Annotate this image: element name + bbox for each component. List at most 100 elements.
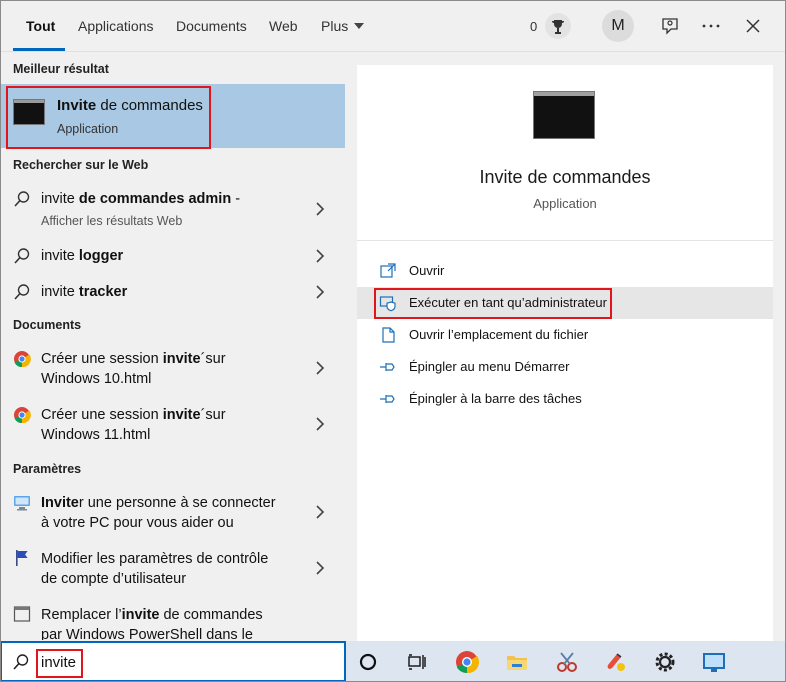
search-bar	[0, 641, 346, 682]
chevron-right-icon[interactable]	[314, 202, 326, 216]
document-text-bold: invite	[162, 407, 201, 423]
action-open-file-location-label: Ouvrir l’emplacement du fichier	[409, 327, 589, 342]
search-icon	[14, 248, 30, 264]
action-run-as-admin-label: Exécuter en tant qu’administrateur	[409, 295, 607, 310]
settings-gear-icon[interactable]	[652, 649, 678, 675]
tab-documents[interactable]: Documents	[176, 18, 247, 34]
best-result-item[interactable]	[0, 84, 345, 148]
top-navigation: Tout Applications Documents Web Plus 0 M	[0, 0, 786, 52]
best-result-title: Invite de commandes	[57, 97, 203, 114]
web-result-subtitle: Afficher les résultats Web	[41, 214, 183, 228]
search-icon	[14, 284, 30, 300]
settings-result-line1: Modifier les paramètres de contrôle	[41, 551, 269, 567]
trophy-icon[interactable]	[545, 13, 571, 39]
chrome-icon	[14, 407, 31, 424]
detail-title: Invite de commandes	[479, 167, 651, 187]
action-open-label: Ouvrir	[409, 263, 445, 278]
action-run-as-admin[interactable]: Exécuter en tant qu’administrateur	[357, 287, 773, 319]
web-result-text-bold: tracker	[78, 284, 128, 300]
monitor-app-icon[interactable]	[701, 649, 727, 675]
chrome-icon[interactable]	[454, 649, 480, 675]
detail-panel: Invite de commandes Application Ouvrir E…	[357, 65, 773, 641]
action-pin-taskbar[interactable]: Épingler à la barre des tâches	[357, 383, 773, 415]
search-input[interactable]	[41, 650, 331, 674]
tab-web[interactable]: Web	[269, 18, 298, 34]
shield-icon	[379, 296, 396, 312]
file-explorer-icon[interactable]	[504, 649, 530, 675]
document-text: Créer une session	[41, 351, 163, 367]
remote-assistance-icon	[14, 496, 30, 511]
best-result-title-rest: de commandes	[96, 97, 203, 114]
chevron-right-icon[interactable]	[314, 505, 326, 519]
best-result-subtitle: Application	[57, 122, 119, 136]
task-view-icon[interactable]	[404, 649, 430, 675]
web-result-text: invite	[41, 191, 79, 207]
uac-flag-icon	[16, 550, 28, 566]
document-result-line2: Windows 11.html	[41, 427, 151, 443]
web-result-text-bold: de commandes admin	[78, 191, 232, 207]
tab-more-label: Plus	[321, 18, 349, 34]
document-text-suffix: ´sur	[200, 351, 226, 367]
settings-result-line2: de compte d’utilisateur	[41, 571, 187, 587]
section-heading-settings: Paramètres	[13, 462, 82, 476]
file-location-icon	[382, 327, 395, 343]
close-icon[interactable]	[742, 15, 764, 37]
search-icon	[13, 654, 29, 670]
document-result-line1: Créer une session invite´sur	[41, 405, 226, 425]
action-pin-taskbar-label: Épingler à la barre des tâches	[409, 391, 582, 406]
tab-applications[interactable]: Applications	[78, 18, 154, 34]
section-heading-best: Meilleur résultat	[13, 62, 109, 76]
section-heading-documents: Documents	[13, 318, 82, 332]
search-icon	[14, 191, 30, 207]
settings-result-line2: à votre PC pour vous aider ou	[41, 515, 234, 531]
taskbar	[346, 641, 786, 682]
action-open[interactable]: Ouvrir	[357, 255, 773, 287]
detail-subtitle: Application	[533, 196, 597, 211]
settings-text-bold: Invite	[41, 495, 79, 511]
divider	[357, 240, 773, 241]
settings-window-icon	[13, 606, 31, 622]
settings-result-line2: par Windows PowerShell dans le	[41, 627, 253, 640]
web-result-label: invite tracker	[41, 282, 127, 302]
active-tab-indicator	[13, 48, 65, 51]
rewards-points: 0	[530, 19, 538, 34]
snipping-tool-icon[interactable]	[554, 649, 580, 675]
pin-icon	[380, 363, 395, 371]
chevron-right-icon[interactable]	[314, 285, 326, 299]
web-result-text: invite	[41, 284, 79, 300]
open-icon	[380, 263, 396, 278]
chevron-down-icon	[354, 23, 365, 29]
results-list: Meilleur résultat Invite de commandes Ap…	[0, 52, 346, 640]
chevron-right-icon[interactable]	[314, 561, 326, 575]
web-result-label: invite de commandes admin -	[41, 189, 240, 209]
chrome-icon	[14, 351, 31, 368]
action-pin-start[interactable]: Épingler au menu Démarrer	[357, 351, 773, 383]
best-result-title-bold: Invite	[57, 97, 97, 114]
web-result-label: invite logger	[41, 246, 123, 266]
web-result-text: invite	[41, 248, 79, 264]
settings-result-line1: Remplacer l’invite de commandes	[41, 605, 263, 625]
paint-icon[interactable]	[603, 649, 629, 675]
action-open-file-location[interactable]: Ouvrir l’emplacement du fichier	[357, 319, 773, 351]
tab-more[interactable]: Plus	[321, 18, 365, 34]
document-text-suffix: ´sur	[200, 407, 226, 423]
command-prompt-large-icon	[533, 91, 595, 139]
avatar[interactable]: M	[602, 10, 634, 42]
settings-text: Remplacer l’	[41, 607, 122, 623]
chevron-right-icon[interactable]	[314, 249, 326, 263]
cortana-icon[interactable]	[355, 649, 381, 675]
chevron-right-icon[interactable]	[314, 361, 326, 375]
command-prompt-app-icon	[13, 99, 45, 125]
settings-text-bold: invite	[121, 607, 160, 623]
chevron-right-icon[interactable]	[314, 417, 326, 431]
web-result-text-bold: logger	[78, 248, 124, 264]
action-pin-start-label: Épingler au menu Démarrer	[409, 359, 570, 374]
tab-all[interactable]: Tout	[26, 18, 55, 34]
pin-icon	[380, 395, 395, 403]
section-heading-web: Rechercher sur le Web	[13, 158, 149, 172]
feedback-icon[interactable]	[659, 15, 681, 37]
ellipsis-icon[interactable]	[700, 15, 722, 37]
settings-result-line1: Inviter une personne à se connecter	[41, 493, 276, 513]
document-result-line1: Créer une session invite´sur	[41, 349, 226, 369]
document-text-bold: invite	[162, 351, 201, 367]
